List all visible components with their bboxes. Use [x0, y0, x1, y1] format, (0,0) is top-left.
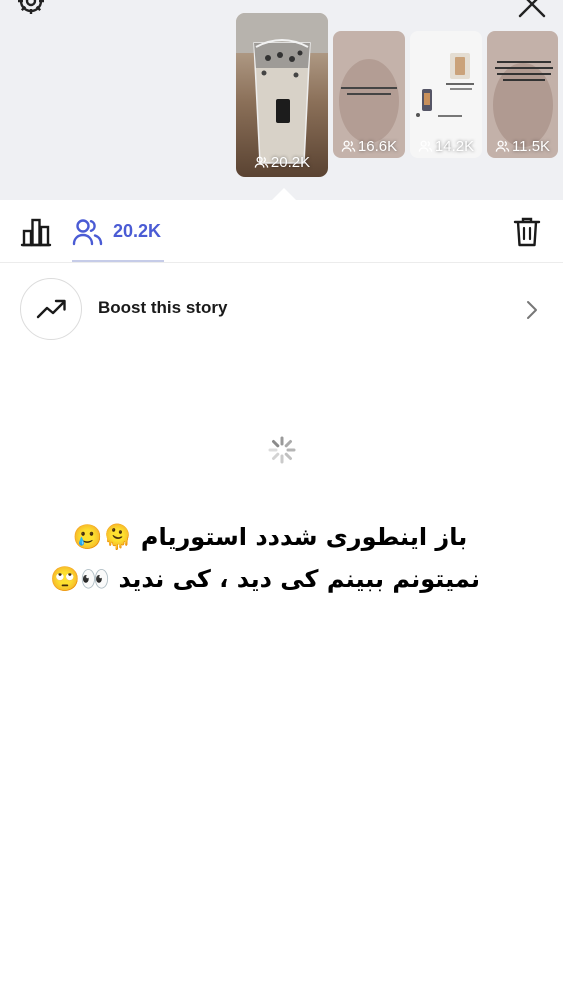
boost-label: Boost this story — [98, 298, 228, 317]
selection-pointer — [270, 188, 298, 202]
people-icon — [418, 140, 433, 152]
people-icon — [341, 140, 356, 152]
people-icon — [72, 219, 103, 246]
story-toolbar: 20.2K — [0, 201, 563, 263]
story-thumbnail-selected[interactable]: 20.2K — [236, 13, 328, 177]
stories-strip: 20.2K 16.6K 14.2K 11.5K — [0, 0, 563, 202]
gear-icon[interactable] — [16, 0, 46, 16]
close-icon[interactable] — [516, 0, 548, 20]
story-view-count: 16.6K — [333, 138, 405, 155]
caption-line-1: باز اینطوری شددد استوریام 🫠🥲 — [72, 523, 468, 551]
trash-icon[interactable] — [513, 216, 541, 248]
story-view-count: 11.5K — [487, 138, 558, 155]
tab-viewers[interactable]: 20.2K — [72, 201, 164, 262]
story-view-count: 14.2K — [410, 138, 482, 155]
loading-spinner-icon — [268, 436, 296, 464]
story-caption: باز اینطوری شددد استوریام 🫠🥲 نمیتونم ببی… — [50, 516, 480, 600]
viewers-count: 20.2K — [113, 221, 162, 241]
story-thumbnail[interactable]: 11.5K — [487, 31, 558, 158]
people-icon — [254, 156, 269, 168]
caption-line-2: نمیتونم ببینم کی دید ، کی ندید 👀🙄 — [50, 565, 480, 593]
chevron-right-icon — [527, 301, 537, 319]
boost-icon-circle — [20, 278, 82, 340]
boost-story-row[interactable]: Boost this story — [0, 264, 563, 352]
story-thumbnail[interactable]: 14.2K — [410, 31, 482, 158]
story-image — [236, 13, 328, 177]
trending-up-icon — [36, 299, 66, 319]
story-thumbnail[interactable]: 16.6K — [333, 31, 405, 158]
people-icon — [495, 140, 510, 152]
bar-chart-icon[interactable] — [20, 217, 52, 247]
story-view-count: 20.2K — [236, 154, 328, 171]
